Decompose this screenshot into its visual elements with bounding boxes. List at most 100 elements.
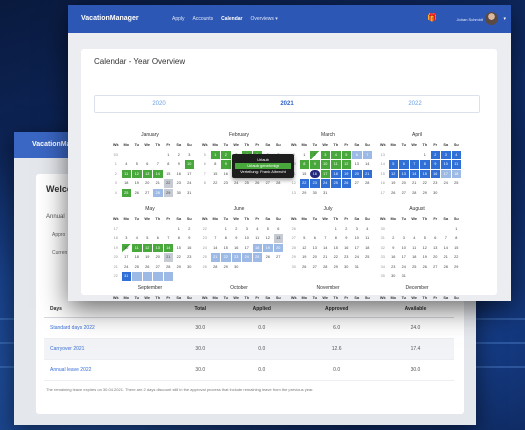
calendar-day[interactable]: 4 (363, 225, 373, 234)
calendar-day[interactable]: 23 (185, 253, 195, 262)
calendar-day[interactable]: 29 (331, 263, 341, 272)
row-label-link[interactable]: Standard days 2022 (44, 317, 174, 339)
calendar-day[interactable]: 14 (409, 169, 419, 178)
calendar-day[interactable]: 5 (132, 160, 142, 169)
calendar-day[interactable]: 15 (221, 244, 231, 253)
chevron-down-icon[interactable]: ▾ (503, 16, 506, 22)
calendar-day[interactable]: 8 (164, 160, 174, 169)
calendar-day[interactable]: 6 (274, 225, 284, 234)
calendar-day[interactable]: 12 (132, 169, 142, 178)
calendar-day[interactable]: 10 (184, 160, 194, 169)
calendar-day[interactable]: 6 (153, 234, 163, 243)
calendar-day[interactable]: 29 (163, 188, 173, 197)
calendar-day[interactable]: 11 (253, 234, 263, 243)
calendar-day[interactable]: 24 (185, 179, 195, 188)
calendar-day[interactable]: 2 (310, 150, 320, 159)
calendar-day[interactable]: 20 (352, 169, 362, 178)
calendar-day[interactable]: 10 (352, 234, 362, 243)
calendar-day[interactable]: 1 (331, 225, 341, 234)
calendar-day[interactable]: 13 (399, 169, 409, 178)
calendar-day[interactable]: 14 (211, 244, 221, 253)
calendar-day[interactable]: 19 (132, 179, 142, 188)
calendar-day[interactable]: 4 (253, 225, 263, 234)
calendar-day[interactable]: 1 (452, 225, 462, 234)
calendar-day[interactable]: 6 (310, 234, 320, 243)
calendar-day[interactable]: 10 (320, 160, 330, 169)
calendar-day[interactable]: 28 (441, 263, 451, 272)
calendar-day[interactable]: 11 (451, 160, 461, 169)
calendar-day[interactable]: 14 (441, 244, 451, 253)
nav-calendar[interactable]: Calendar (221, 16, 242, 22)
calendar-day[interactable]: 31 (352, 263, 362, 272)
calendar-day[interactable]: 30 (389, 272, 399, 281)
calendar-day[interactable]: 20 (431, 253, 441, 262)
calendar-day[interactable]: 22 (452, 253, 462, 262)
calendar-day[interactable]: 18 (132, 253, 142, 262)
calendar-day[interactable]: 1 (300, 151, 310, 160)
calendar-day[interactable]: 25 (331, 179, 341, 188)
calendar-day[interactable]: 17 (185, 170, 195, 179)
calendar-day[interactable]: 25 (132, 263, 142, 272)
calendar-day[interactable]: 7 (362, 150, 372, 159)
calendar-day[interactable]: 4 (122, 160, 132, 169)
year-next-link[interactable]: 2022 (351, 96, 479, 112)
calendar-day[interactable]: 12 (142, 243, 152, 252)
calendar-day[interactable]: 15 (331, 244, 341, 253)
calendar-day[interactable]: 4 (132, 234, 142, 243)
calendar-day[interactable]: 27 (143, 189, 153, 198)
calendar-day[interactable]: 30 (431, 189, 441, 198)
calendar-day[interactable]: 11 (121, 169, 131, 178)
calendar-day[interactable]: 29 (300, 189, 310, 198)
calendar-day[interactable]: 13 (431, 244, 441, 253)
calendar-day[interactable]: 27 (310, 263, 320, 272)
calendar-day[interactable]: 8 (420, 160, 430, 169)
calendar-day[interactable]: 24 (399, 263, 409, 272)
calendar-day[interactable]: 18 (363, 244, 373, 253)
calendar-day[interactable]: 13 (142, 169, 152, 178)
calendar-day[interactable]: 27 (399, 189, 409, 198)
row-label-link[interactable]: Annual leave 2022 (44, 359, 174, 381)
calendar-day[interactable]: 4 (451, 150, 461, 159)
calendar-day[interactable]: 24 (242, 253, 252, 262)
calendar-day[interactable]: 1 (174, 225, 184, 234)
calendar-day[interactable]: 5 (263, 225, 273, 234)
calendar-day[interactable]: 15 (174, 244, 184, 253)
avatar[interactable] (485, 12, 498, 25)
calendar-day[interactable]: 28 (153, 188, 163, 197)
calendar-day[interactable]: 28 (363, 179, 373, 188)
brand-logo[interactable]: VacationManager (81, 15, 139, 22)
calendar-day[interactable]: 3 (352, 225, 362, 234)
calendar-day[interactable]: 28 (164, 263, 174, 272)
calendar-day[interactable]: 16 (310, 169, 320, 178)
calendar-day[interactable]: 7 (211, 234, 221, 243)
calendar-day[interactable]: 19 (389, 179, 399, 188)
calendar-day[interactable]: 16 (342, 244, 352, 253)
calendar-day[interactable]: 27 (431, 263, 441, 272)
calendar-day[interactable]: 9 (389, 244, 399, 253)
calendar-day[interactable]: 24 (352, 253, 362, 262)
calendar-day[interactable]: 9 (430, 160, 440, 169)
calendar-day[interactable]: 30 (232, 263, 242, 272)
calendar-day[interactable]: 26 (143, 263, 153, 272)
calendar-day[interactable]: 7 (409, 160, 419, 169)
calendar-day[interactable]: 15 (164, 170, 174, 179)
calendar-day[interactable]: 9 (342, 234, 352, 243)
calendar-day[interactable]: 18 (331, 169, 341, 178)
calendar-day[interactable]: 24 (122, 263, 132, 272)
calendar-day[interactable]: 12 (300, 244, 310, 253)
calendar-day[interactable]: 21 (210, 253, 220, 262)
calendar-day[interactable]: 3 (122, 234, 132, 243)
calendar-day[interactable]: 20 (310, 253, 320, 262)
calendar-day[interactable]: 16 (430, 169, 440, 178)
calendar-day[interactable]: 23 (221, 179, 231, 188)
calendar-day[interactable]: 25 (410, 263, 420, 272)
calendar-day[interactable]: 22 (420, 179, 430, 188)
calendar-day[interactable]: 27 (263, 179, 273, 188)
calendar-day[interactable]: 29 (221, 263, 231, 272)
calendar-day[interactable]: 3 (399, 234, 409, 243)
calendar-day[interactable]: 21 (441, 253, 451, 262)
calendar-day[interactable]: 26 (300, 263, 310, 272)
calendar-day[interactable]: 22 (221, 253, 231, 262)
calendar-day[interactable]: 2 (232, 225, 242, 234)
calendar-day[interactable]: 19 (341, 169, 351, 178)
